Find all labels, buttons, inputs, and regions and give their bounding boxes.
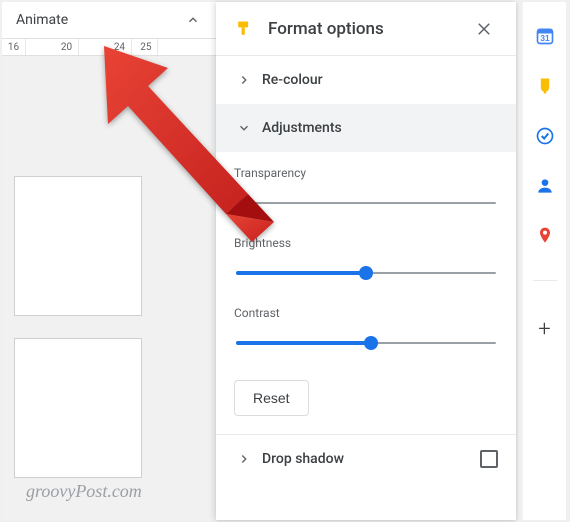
animate-label: Animate — [16, 12, 68, 28]
chevron-up-icon — [184, 11, 202, 29]
brightness-slider[interactable] — [236, 264, 496, 282]
maps-icon[interactable] — [535, 226, 555, 246]
app-stage: Animate 16 20 24 25 groovyPost.com — [0, 0, 570, 522]
canvas-background: groovyPost.com — [2, 56, 216, 520]
contrast-slider[interactable] — [236, 334, 496, 352]
close-icon — [475, 20, 493, 38]
svg-text:31: 31 — [540, 33, 550, 43]
recolour-label: Re-colour — [258, 72, 498, 88]
slider-label: Transparency — [234, 166, 498, 180]
chevron-right-icon — [230, 452, 258, 466]
watermark-text: groovyPost.com — [26, 481, 142, 502]
horizontal-ruler: 16 20 24 25 — [2, 38, 216, 56]
drop-shadow-label: Drop shadow — [258, 451, 480, 467]
adjustments-label: Adjustments — [258, 120, 498, 136]
panel-title: Format options — [268, 19, 470, 39]
reset-button[interactable]: Reset — [234, 380, 309, 416]
slider-thumb[interactable] — [359, 266, 373, 280]
toolbar-animate-row[interactable]: Animate — [2, 2, 216, 38]
side-rail: 31 + — [522, 2, 566, 520]
paint-format-icon — [234, 19, 254, 39]
plus-icon: + — [538, 317, 550, 342]
slider-thumb[interactable] — [229, 196, 243, 210]
section-drop-shadow[interactable]: Drop shadow — [216, 435, 516, 483]
close-button[interactable] — [470, 15, 498, 43]
section-adjustments[interactable]: Adjustments — [216, 104, 516, 152]
add-addon-button[interactable]: + — [535, 319, 555, 339]
slider-block-contrast: Contrast — [234, 306, 498, 352]
section-recolour[interactable]: Re-colour — [216, 56, 516, 104]
chevron-down-icon — [230, 121, 258, 135]
chevron-right-icon — [230, 73, 258, 87]
slider-thumb[interactable] — [364, 336, 378, 350]
format-options-panel: Format options Re-colour Adjustments Tra… — [216, 2, 516, 520]
calendar-icon[interactable]: 31 — [535, 26, 555, 46]
contacts-icon[interactable] — [535, 176, 555, 196]
keep-icon[interactable] — [535, 76, 555, 96]
drop-shadow-checkbox[interactable] — [480, 450, 498, 468]
panel-header: Format options — [216, 2, 516, 56]
slider-block-brightness: Brightness — [234, 236, 498, 282]
slider-label: Brightness — [234, 236, 498, 250]
slide-thumbnail[interactable] — [14, 176, 142, 316]
transparency-slider[interactable] — [236, 194, 496, 212]
editor-left-fragment: Animate 16 20 24 25 groovyPost.com — [2, 2, 216, 520]
slider-label: Contrast — [234, 306, 498, 320]
adjustments-body: Transparency Brightness Contrast — [216, 152, 516, 426]
slider-block-transparency: Transparency — [234, 166, 498, 212]
slide-thumbnail[interactable] — [14, 338, 142, 478]
tasks-icon[interactable] — [535, 126, 555, 146]
